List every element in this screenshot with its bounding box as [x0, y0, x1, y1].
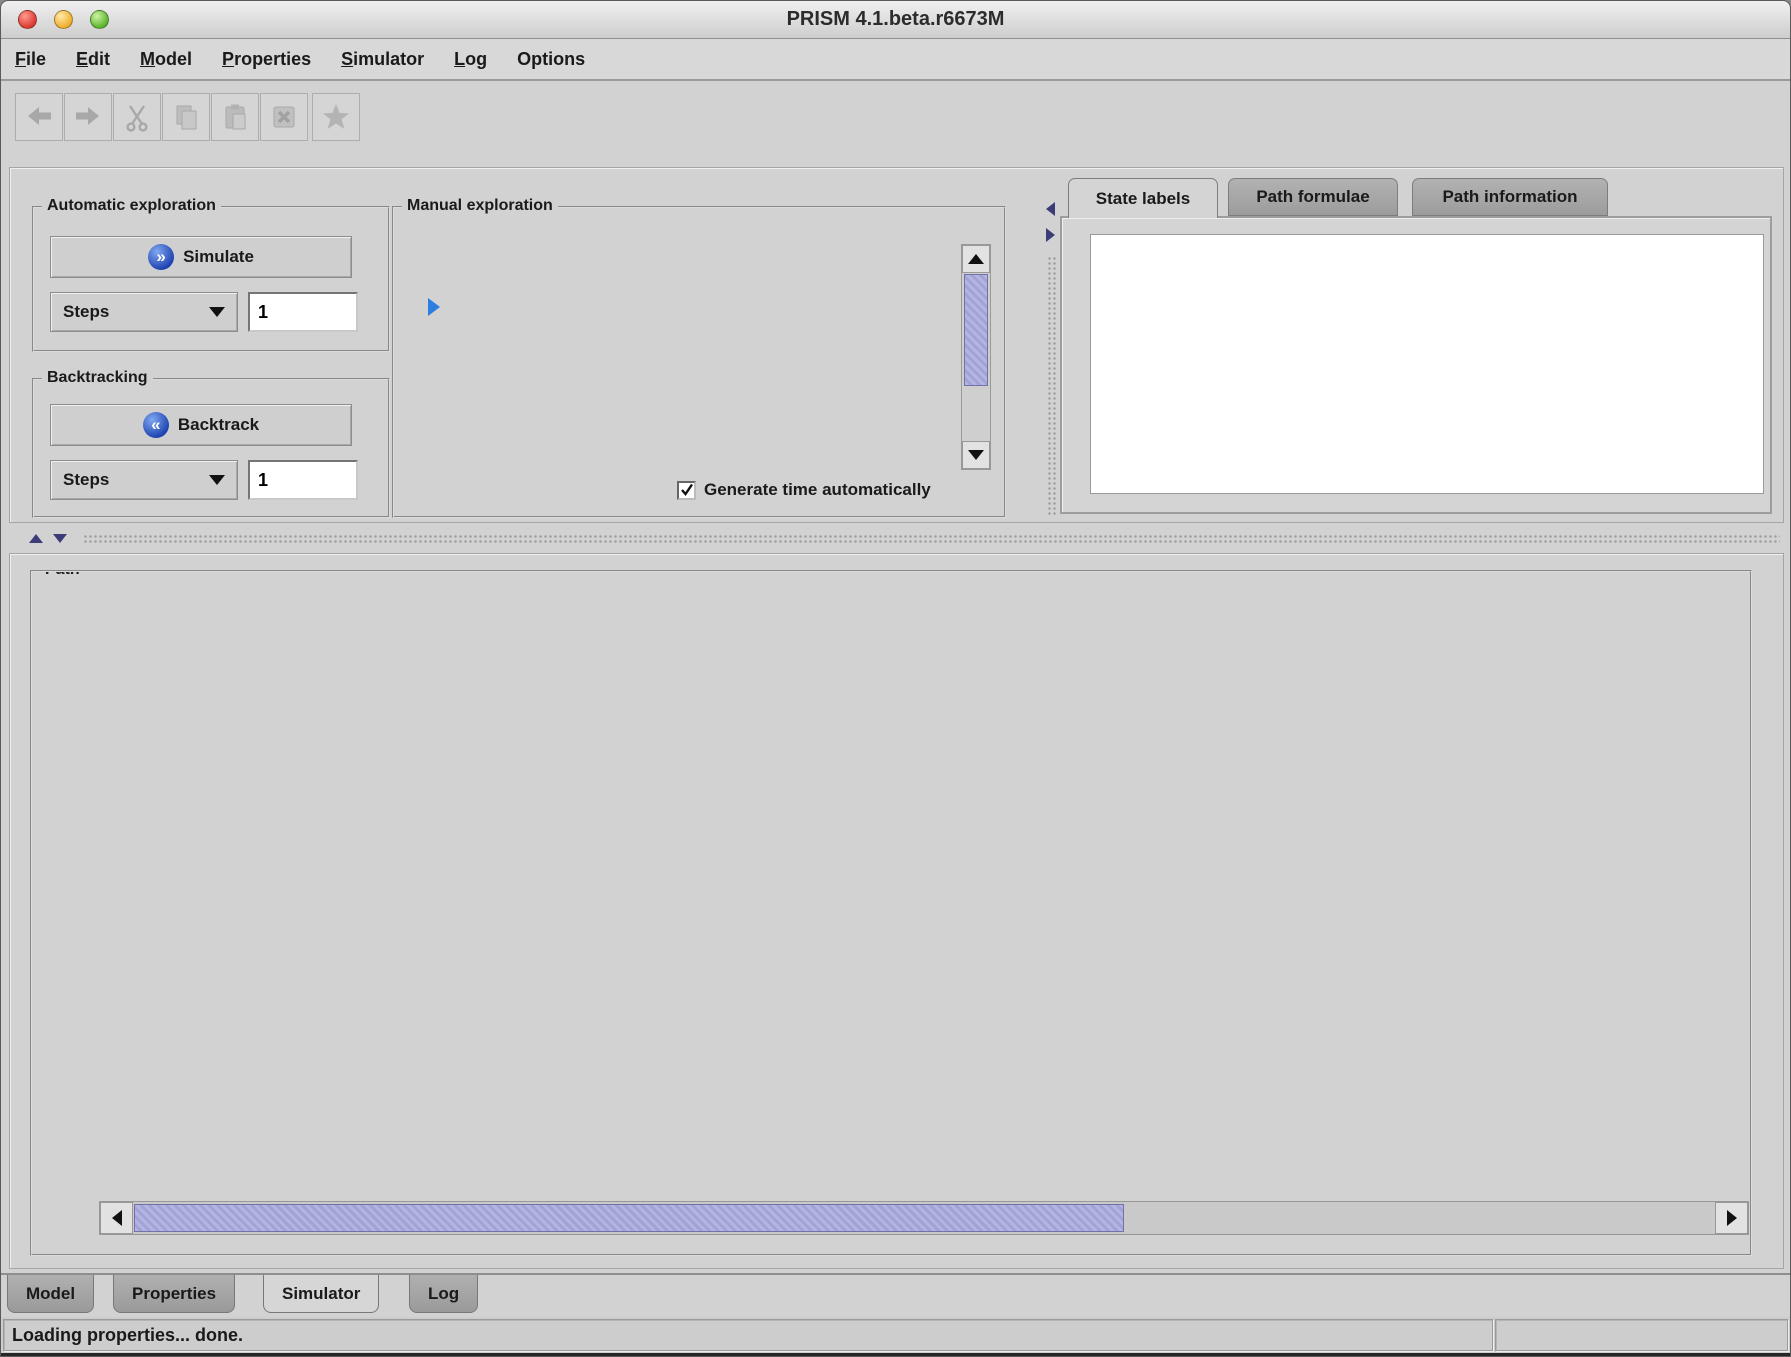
menu-file[interactable]: File — [15, 49, 46, 70]
scroll-down-icon[interactable] — [962, 441, 990, 469]
simulator-top-panel: Automatic exploration » Simulate Steps B… — [9, 167, 1784, 523]
manual-table-scrollbar[interactable] — [961, 244, 991, 470]
status-bar: Loading properties... done. — [1, 1317, 1790, 1353]
collapse-right-icon[interactable] — [1046, 228, 1055, 242]
copy-pages-icon[interactable] — [162, 93, 210, 141]
scroll-up-icon[interactable] — [962, 245, 990, 273]
simulate-steps-input[interactable] — [248, 292, 358, 332]
paste-clipboard-icon[interactable] — [211, 93, 259, 141]
collapse-up-icon[interactable] — [29, 534, 43, 543]
scroll-left-icon[interactable] — [100, 1202, 133, 1234]
automatic-exploration-group: Automatic exploration » Simulate Steps — [32, 206, 390, 352]
backtrack-steps-input[interactable] — [248, 460, 358, 500]
scrollbar-thumb[interactable] — [964, 274, 988, 386]
path-section-panel: Path — [9, 553, 1784, 1269]
menu-bar: File Edit Model Properties Simulator Log… — [1, 39, 1790, 81]
backtrack-steps-dropdown[interactable]: Steps — [50, 460, 238, 500]
status-extra-cell — [1495, 1319, 1788, 1351]
backtracking-group: Backtracking « Backtrack Steps — [32, 378, 390, 518]
tab-path-formulae[interactable]: Path formulae — [1228, 178, 1398, 216]
scrollbar-thumb[interactable] — [134, 1204, 1124, 1232]
manual-exploration-title: Manual exploration — [402, 197, 558, 215]
title-bar[interactable]: PRISM 4.1.beta.r6673M — [1, 1, 1790, 39]
status-message: Loading properties... done. — [12, 1325, 243, 1346]
simulate-button[interactable]: » Simulate — [50, 236, 352, 278]
status-message-cell: Loading properties... done. — [3, 1319, 1493, 1351]
favorite-star-icon[interactable] — [312, 93, 360, 141]
tab-properties[interactable]: Properties — [113, 1275, 235, 1313]
chevron-down-icon — [209, 475, 225, 485]
redo-arrow-icon[interactable] — [64, 93, 112, 141]
blue-rewind-icon: « — [143, 412, 169, 438]
menu-options[interactable]: Options — [517, 49, 585, 70]
path-group: Path — [30, 570, 1752, 1256]
state-labels-list — [1090, 234, 1764, 494]
path-title: Path — [40, 570, 85, 579]
chevron-down-icon — [209, 307, 225, 317]
tab-log[interactable]: Log — [409, 1275, 478, 1313]
manual-exploration-group: Manual exploration Generate time automat… — [392, 206, 1006, 518]
menu-simulator[interactable]: Simulator — [341, 49, 424, 70]
simulate-steps-dropdown[interactable]: Steps — [50, 292, 238, 332]
menu-properties[interactable]: Properties — [222, 49, 311, 70]
state-labels-content — [1060, 216, 1772, 514]
delete-box-icon[interactable] — [260, 93, 308, 141]
prism-window: PRISM 4.1.beta.r6673M File Edit Model Pr… — [0, 0, 1791, 1357]
tab-state-labels[interactable]: State labels — [1068, 178, 1218, 218]
tab-model[interactable]: Model — [7, 1275, 94, 1313]
menu-edit[interactable]: Edit — [76, 49, 110, 70]
generate-time-row: Generate time automatically — [677, 480, 931, 500]
state-tab-panel: State labels Path formulae Path informat… — [1060, 178, 1772, 514]
menu-model[interactable]: Model — [140, 49, 192, 70]
cut-scissors-icon[interactable] — [113, 93, 161, 141]
blue-fast-forward-icon: » — [148, 244, 174, 270]
tab-simulator[interactable]: Simulator — [263, 1275, 379, 1313]
generate-time-checkbox[interactable] — [677, 481, 696, 500]
scroll-right-icon[interactable] — [1715, 1202, 1748, 1234]
horizontal-splitter[interactable] — [9, 527, 1784, 551]
automatic-exploration-title: Automatic exploration — [42, 197, 221, 215]
selected-transition-pointer-icon — [428, 298, 440, 316]
backtracking-title: Backtracking — [42, 369, 153, 387]
collapse-down-icon[interactable] — [53, 534, 67, 543]
tab-path-information[interactable]: Path information — [1412, 178, 1608, 216]
path-horizontal-scrollbar[interactable] — [99, 1201, 1749, 1235]
menu-log[interactable]: Log — [454, 49, 487, 70]
undo-arrow-icon[interactable] — [15, 93, 63, 141]
toolbar — [1, 83, 1790, 163]
backtrack-button[interactable]: « Backtrack — [50, 404, 352, 446]
window-title: PRISM 4.1.beta.r6673M — [1, 8, 1790, 31]
collapse-left-icon[interactable] — [1046, 202, 1055, 216]
